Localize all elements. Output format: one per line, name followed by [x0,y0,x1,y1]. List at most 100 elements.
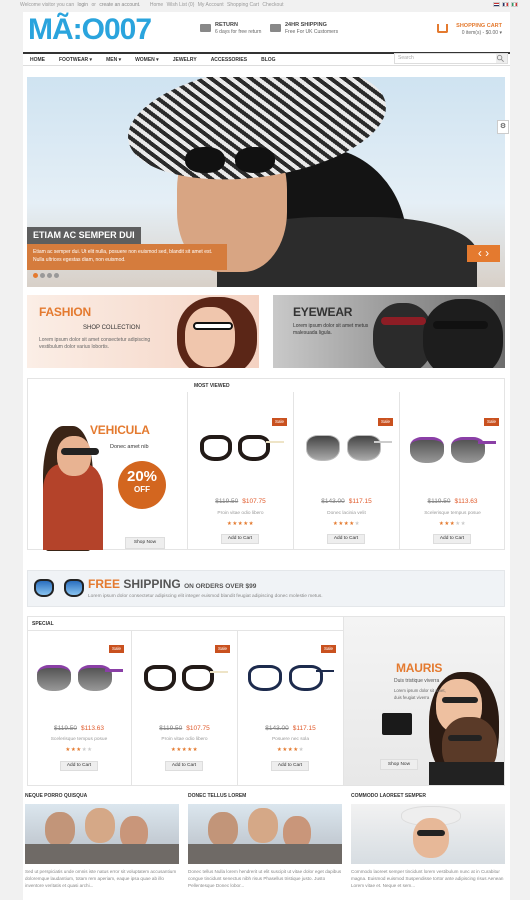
old-price: $143.00 [265,725,289,732]
my-account-link[interactable]: My Account [198,2,224,8]
gift-box-icon [382,713,412,735]
sale-badge: Sale [378,418,393,426]
login-link[interactable]: login [78,2,89,8]
nav-men[interactable]: MEN ▾ [99,57,128,63]
hero-title: ETIAM AC SEMPER DUI [27,227,141,244]
blog-title-3[interactable]: COMMODO LAOREET SEMPER [351,793,426,799]
product-name[interactable]: Proin vitae odio libero [188,511,293,516]
slider-dot[interactable] [47,273,52,278]
eyewear-text: Lorem ipsum dolor sit amet metus malesua… [293,323,369,336]
add-to-cart-button[interactable]: Add to Cart [165,761,203,771]
product-name[interactable]: Posuere nec sola [238,737,343,742]
return-sub: 6 days for free return [215,29,262,35]
product-name[interactable]: Proin vitae odio libero [132,737,237,742]
add-to-cart-button[interactable]: Add to Cart [433,534,471,544]
blog-image-1[interactable] [25,804,179,864]
discount-off: OFF [134,485,150,494]
home-link[interactable]: Home [150,2,163,8]
product-card[interactable]: Sale $119.50 $113.63 Scelerisque tempus p… [400,393,505,550]
blog-image-2[interactable] [188,804,342,864]
add-to-cart-button[interactable]: Add to Cart [271,761,309,771]
new-price: $117.15 [292,725,316,732]
chevron-down-icon: ▾ [499,30,502,36]
shopping-cart-link[interactable]: Shopping Cart [227,2,259,8]
hero-slider[interactable]: ETIAM AC SEMPER DUI Etiam ac semper dui.… [27,77,505,287]
slider-dot[interactable] [33,273,38,278]
slider-arrows[interactable]: ‹ › [467,245,500,262]
nav-footwear[interactable]: FOOTWEAR ▾ [52,57,99,63]
shipping-text: SHIPPING [123,577,181,591]
new-price: $113.63 [81,725,105,732]
new-price: $113.63 [454,498,478,505]
flag-fr-icon[interactable] [502,2,509,7]
discount-pct: 20% [126,468,158,485]
blog-text-1: Sed ut perspiciatis unde omnis iste natu… [25,869,177,888]
create-account-link[interactable]: create an account. [99,2,140,8]
free-shipping-banner: FREE SHIPPING ON ORDERS OVER $99 Lorem i… [27,570,505,607]
nav-accessories[interactable]: ACCESSORIES [204,57,254,63]
rating-stars: ★★★★★ [170,747,199,753]
top-bar: Welcome visitor you can login or create … [0,0,530,12]
nav-blog[interactable]: BLOG [254,57,282,63]
blog-title-1[interactable]: NEQUE PORRO QUISQUA [25,793,87,799]
flag-en-icon[interactable] [493,2,500,7]
promo-shop-now-button[interactable]: Shop Now [125,537,165,549]
page-container: MÃ:O007 RETURN 6 days for free return 24… [23,12,510,900]
mauris-banner[interactable]: MAURIS Duis tristique viverra Lorem ipsu… [344,617,504,785]
product-card[interactable]: Sale $119.50 $107.75 Proin vitae odio lib… [132,631,237,786]
hero-text: Etiam ac semper dui. Ut elit nulla, posu… [27,244,227,270]
mauris-shop-now-button[interactable]: Shop Now [380,759,418,770]
sale-badge: Sale [215,645,230,653]
fashion-banner[interactable]: FASHION SHOP COLLECTION Lorem ipsum dolo… [27,295,259,368]
add-to-cart-button[interactable]: Add to Cart [221,534,259,544]
product-name[interactable]: Scelerisque tempus posue [400,511,505,516]
blog-image-3[interactable] [351,804,505,864]
nav-women[interactable]: WOMEN ▾ [128,57,166,63]
eyewear-banner[interactable]: EYEWEAR Lorem ipsum dolor sit amet metus… [273,295,505,368]
nav-jewelry[interactable]: JEWELRY [166,57,204,63]
product-image[interactable] [144,665,228,691]
old-price: $119.50 [215,498,239,505]
free-text: FREE [88,577,121,591]
cart-icon[interactable] [437,24,448,33]
gear-icon[interactable]: ⚙ [497,120,509,134]
product-card[interactable]: Sale $119.50 $107.75 Proin vitae odio lib… [188,393,293,550]
most-viewed-title: MOST VIEWED [194,383,230,389]
new-price: $117.15 [348,498,372,505]
product-image[interactable] [410,437,496,463]
wishlist-link[interactable]: Wish List (0) [167,2,195,8]
special-title: SPECIAL [32,621,54,627]
blog-text-2: Donec tellus Nulla lorem hendrerit ut el… [188,869,342,888]
old-price: $119.50 [53,725,77,732]
language-flags [493,2,518,7]
welcome-text: Welcome visitor you can [20,2,75,8]
slider-dot[interactable] [40,273,45,278]
promo-title: VEHICULA [90,423,150,437]
slider-dot[interactable] [54,273,59,278]
checkout-link[interactable]: Checkout [262,2,283,8]
add-to-cart-button[interactable]: Add to Cart [327,534,365,544]
blog-title-2[interactable]: DONEC TELLUS LOREM [188,793,246,799]
blog-text-3: Commodo laoreet semper tincidunt lorem v… [351,869,504,888]
product-image[interactable] [248,665,334,691]
product-image[interactable] [306,435,392,461]
return-icon [200,24,211,32]
search-icon[interactable] [496,54,507,63]
product-card[interactable]: Sale $143.00 $117.15 Donec lacinia velit … [294,393,399,550]
add-to-cart-button[interactable]: Add to Cart [60,761,98,771]
nav-home[interactable]: HOME [23,57,52,63]
logo[interactable]: MÃ:O007 [28,14,152,46]
product-image[interactable] [200,435,284,461]
product-name[interactable]: Donec lacinia velit [294,511,399,516]
new-price: $107.75 [242,498,266,505]
product-card[interactable]: Sale $143.00 $117.15 Posuere nec sola ★★★… [238,631,343,786]
eyewear-title: EYEWEAR [293,305,353,319]
product-image[interactable] [37,665,123,691]
search-input[interactable]: Search [394,53,508,64]
product-card[interactable]: Sale $119.50 $113.63 Scelerisque tempus p… [27,631,131,786]
product-name[interactable]: Scelerisque tempus posue [27,737,131,742]
fashion-text: Lorem ipsum dolor sit amet consectetur a… [39,337,151,350]
old-price: $119.50 [159,725,183,732]
cart-summary[interactable]: SHOPPING CART 0 item(s) - $0.00 ▾ [456,23,502,37]
flag-it-icon[interactable] [511,2,518,7]
